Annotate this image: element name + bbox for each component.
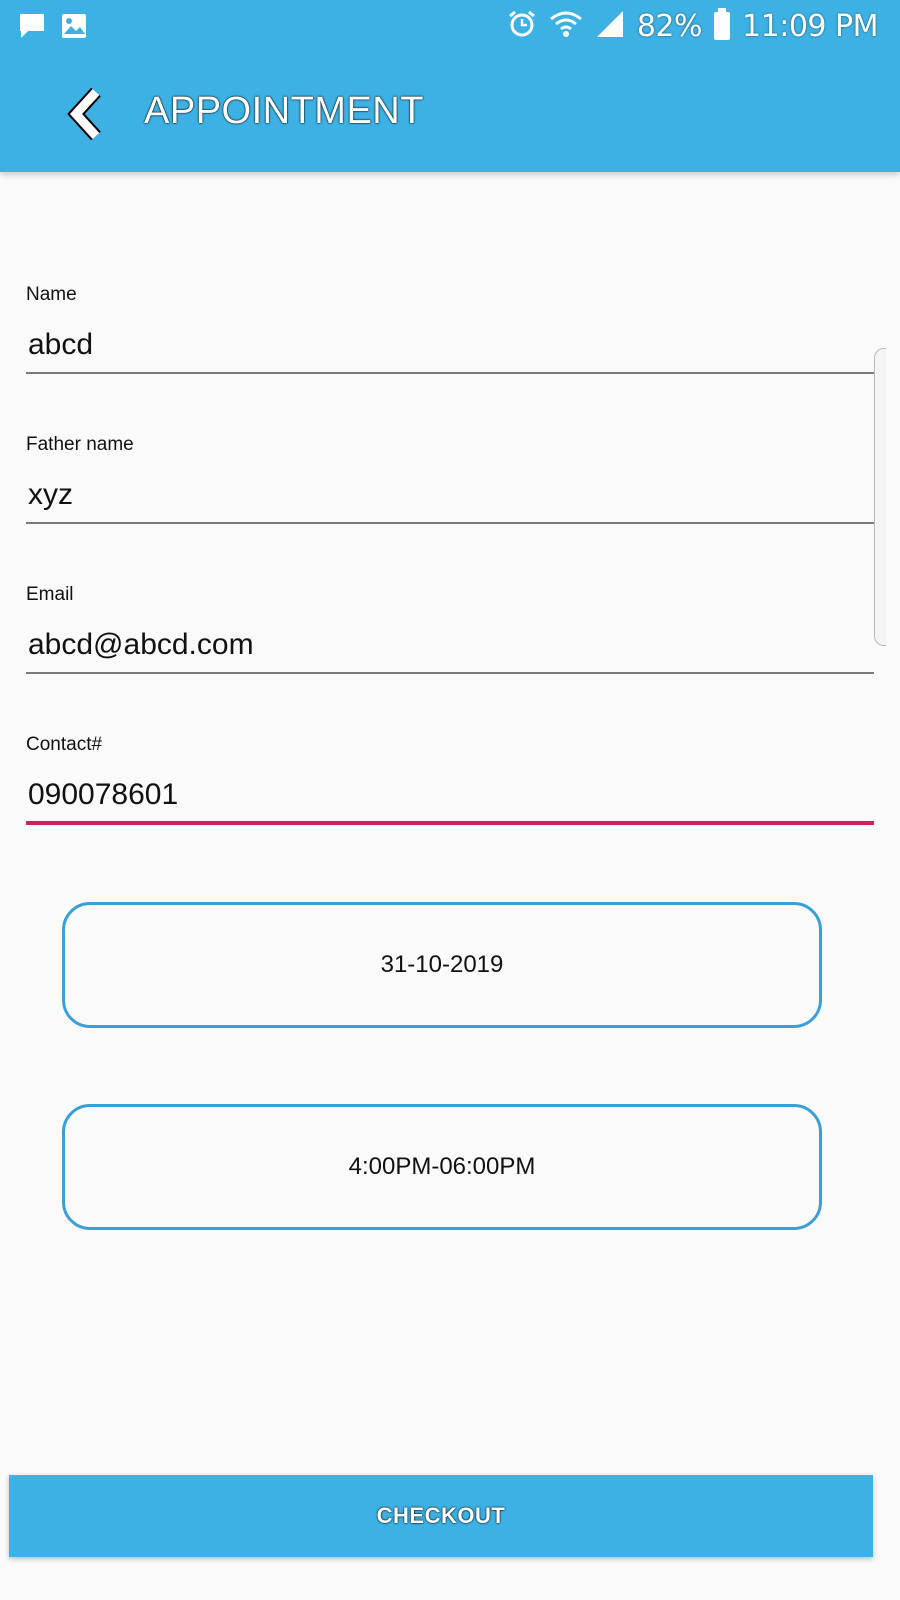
time-slot-value: 4:00PM-06:00PM bbox=[348, 1153, 536, 1180]
name-label: Name bbox=[26, 284, 77, 305]
image-icon bbox=[60, 12, 88, 45]
back-button[interactable] bbox=[66, 87, 108, 141]
email-input[interactable]: abcd@abcd.com bbox=[28, 628, 254, 662]
checkout-label: CHECKOUT bbox=[376, 1503, 506, 1528]
page-title: APPOINTMENT bbox=[144, 90, 424, 132]
contact-input[interactable]: 090078601 bbox=[28, 778, 178, 812]
father-name-underline bbox=[26, 522, 874, 524]
father-name-input[interactable]: xyz bbox=[28, 478, 73, 512]
father-name-label: Father name bbox=[26, 434, 134, 455]
signal-icon bbox=[595, 9, 625, 44]
wifi-icon bbox=[549, 10, 583, 43]
alarm-icon bbox=[507, 9, 537, 44]
battery-icon bbox=[714, 8, 731, 40]
contact-underline bbox=[26, 821, 874, 825]
name-underline bbox=[26, 372, 874, 374]
chat-icon bbox=[18, 12, 46, 45]
checkout-button[interactable]: CHECKOUT bbox=[9, 1475, 873, 1557]
date-value: 31-10-2019 bbox=[380, 951, 504, 978]
battery-percent: 82% bbox=[636, 8, 703, 44]
app-bar: 82% 11:09 PM APPOINTMENT bbox=[0, 0, 900, 172]
date-selector[interactable]: 31-10-2019 bbox=[62, 902, 822, 1028]
status-bar: 82% 11:09 PM bbox=[0, 0, 900, 52]
time-slot-selector[interactable]: 4:00PM-06:00PM bbox=[62, 1104, 822, 1230]
contact-label: Contact# bbox=[26, 734, 103, 755]
status-time: 11:09 PM bbox=[742, 8, 878, 44]
name-input[interactable]: abcd bbox=[28, 328, 93, 362]
email-label: Email bbox=[26, 584, 74, 605]
email-underline bbox=[26, 672, 874, 674]
edge-panel-handle[interactable] bbox=[874, 348, 886, 646]
chevron-left-icon bbox=[67, 87, 101, 141]
